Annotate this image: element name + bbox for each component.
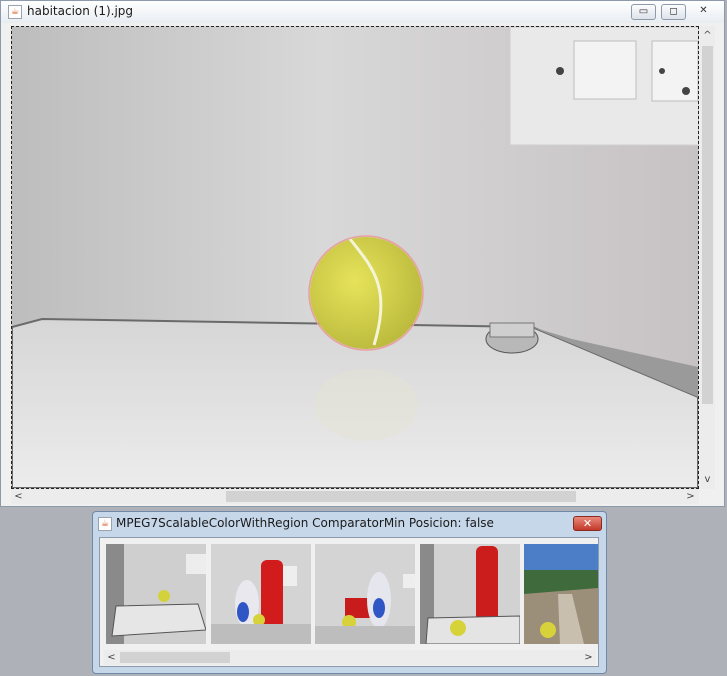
image-window: ☕ habitacion (1).jpg ▭ ◻ ✕ ^ v < > [0, 0, 725, 507]
maximize-button[interactable]: ◻ [661, 4, 686, 20]
java-app-icon: ☕ [8, 5, 22, 19]
scroll-up-arrow[interactable]: ^ [700, 28, 715, 43]
results-close-button[interactable]: ✕ [573, 516, 602, 531]
result-thumbnail-4[interactable] [420, 544, 520, 644]
results-scroll-right-arrow[interactable]: > [581, 650, 596, 665]
java-app-icon: ☕ [98, 517, 112, 531]
results-panel: < > [99, 537, 599, 667]
results-scroll-left-arrow[interactable]: < [104, 650, 119, 665]
tennis-ball [310, 237, 422, 349]
light-switch [573, 40, 637, 100]
result-thumbnail-3[interactable] [315, 544, 415, 644]
scroll-down-arrow[interactable]: v [700, 472, 715, 487]
vertical-scrollbar[interactable]: ^ v [700, 26, 715, 489]
results-window-title: MPEG7ScalableColorWithRegion ComparatorM… [116, 516, 494, 530]
results-horizontal-scrollbar[interactable]: < > [104, 650, 596, 665]
room-photo [12, 27, 698, 488]
image-window-title: habitacion (1).jpg [27, 4, 134, 18]
scroll-right-arrow[interactable]: > [683, 489, 698, 504]
result-thumbnail-5[interactable] [524, 544, 598, 644]
results-window: ☕ MPEG7ScalableColorWithRegion Comparato… [92, 511, 607, 674]
result-thumbnail-2[interactable] [211, 544, 311, 644]
result-thumbnail-1[interactable] [106, 544, 206, 644]
vertical-scroll-thumb[interactable] [702, 46, 713, 404]
image-window-titlebar[interactable]: ☕ habitacion (1).jpg ▭ ◻ ✕ [1, 1, 724, 23]
horizontal-scrollbar[interactable]: < > [11, 489, 699, 504]
horizontal-scroll-thumb[interactable] [226, 491, 576, 502]
image-canvas[interactable] [11, 26, 699, 489]
scroll-left-arrow[interactable]: < [11, 489, 26, 504]
close-button[interactable]: ✕ [691, 4, 716, 20]
minimize-button[interactable]: ▭ [631, 4, 656, 20]
results-scroll-thumb[interactable] [120, 652, 230, 663]
